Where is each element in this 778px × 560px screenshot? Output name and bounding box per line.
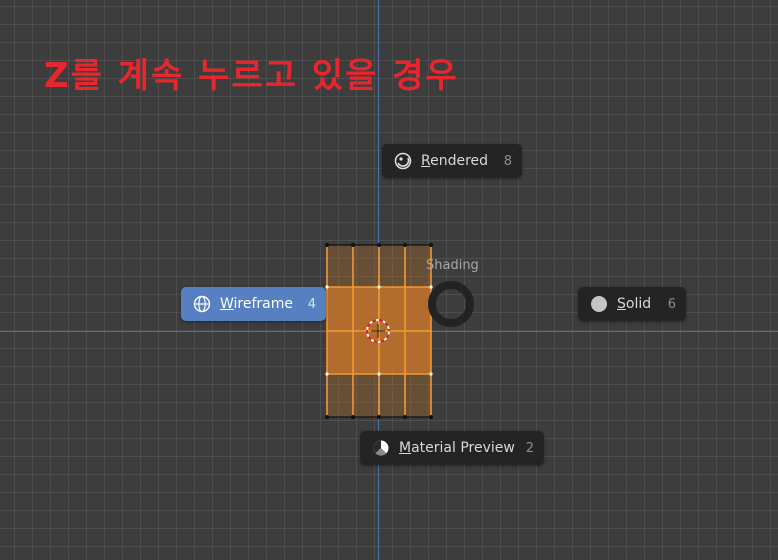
pie-menu-title: Shading — [426, 258, 479, 273]
pie-item-label: Solid — [617, 296, 652, 312]
shortcut-key: 8 — [503, 153, 512, 169]
wireframe-globe-icon — [193, 295, 211, 313]
selected-plane-mesh[interactable] — [320, 240, 440, 425]
shortcut-key: 2 — [525, 440, 534, 456]
material-preview-sphere-icon — [372, 439, 390, 457]
3d-viewport[interactable]: Z를 계속 누르고 있을 경우 Shading Rendered 8 Wiref… — [0, 0, 778, 560]
pie-item-material-preview[interactable]: Material Preview 2 — [360, 431, 544, 465]
solid-sphere-icon — [590, 295, 608, 313]
pie-menu-center-ring-icon — [428, 281, 474, 327]
pie-item-wireframe[interactable]: Wireframe 4 — [181, 287, 326, 321]
pie-item-rendered[interactable]: Rendered 8 — [382, 144, 522, 178]
overlay-caption: Z를 계속 누르고 있을 경우 — [44, 56, 459, 96]
rendered-sphere-icon — [394, 152, 412, 170]
pie-item-label: Wireframe — [220, 296, 294, 312]
pie-item-label: Material Preview — [399, 440, 515, 456]
pie-item-label: Rendered — [421, 153, 489, 169]
shortcut-key: 4 — [307, 296, 316, 312]
shortcut-key: 6 — [667, 296, 676, 312]
pie-item-solid[interactable]: Solid 6 — [578, 287, 686, 321]
